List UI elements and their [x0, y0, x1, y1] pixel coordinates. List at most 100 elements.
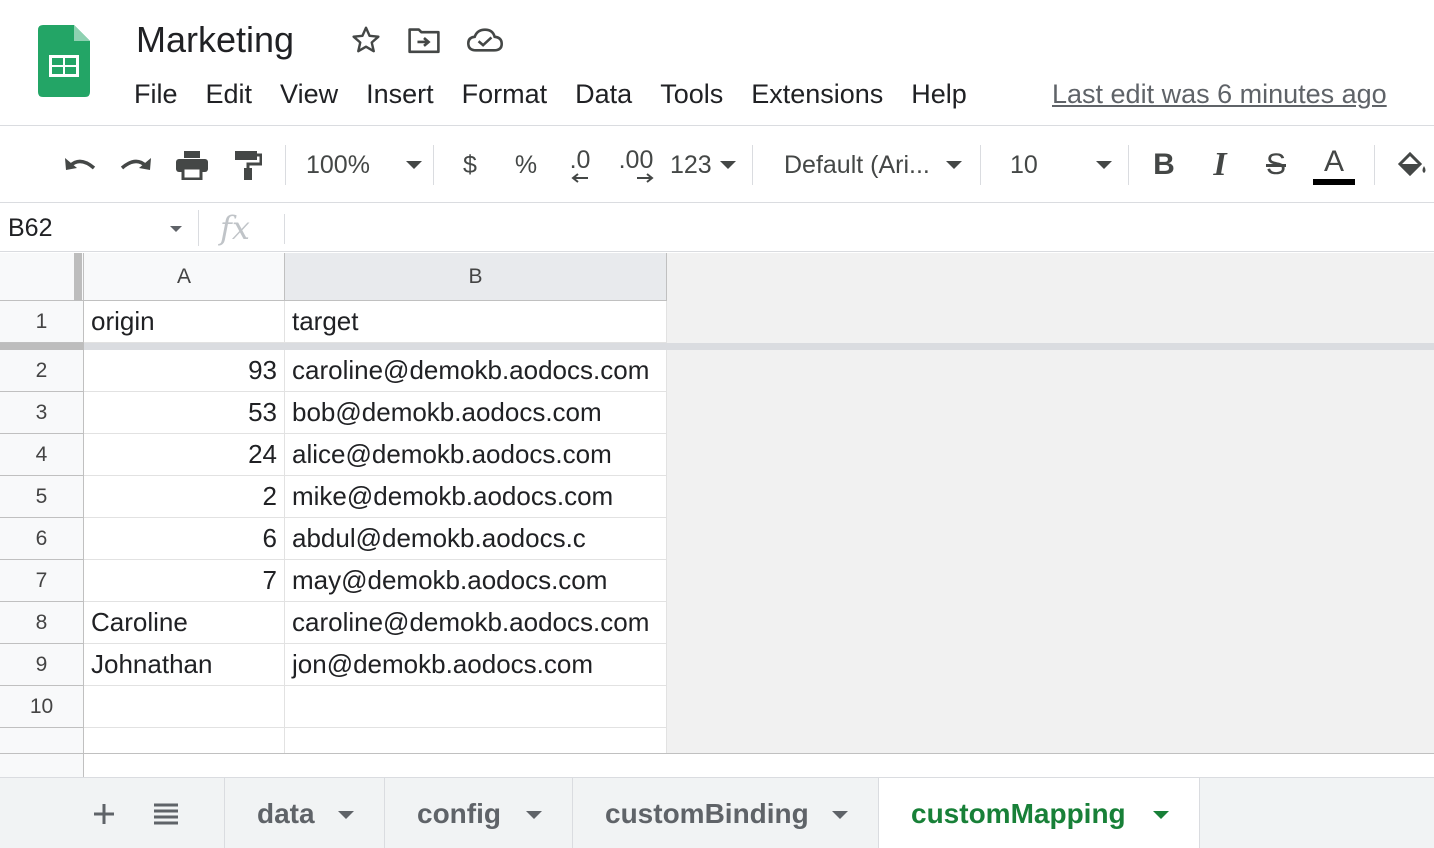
menu-bar: File Edit View Insert Format Data Tools …	[120, 74, 981, 114]
cell-a1[interactable]: origin	[84, 301, 285, 343]
chevron-down-icon[interactable]	[170, 226, 182, 232]
paint-format-icon[interactable]	[224, 141, 272, 189]
print-icon[interactable]	[168, 141, 216, 189]
menu-view[interactable]: View	[266, 74, 352, 114]
sheet-tab-config[interactable]: config	[385, 778, 573, 848]
cell-b3[interactable]: bob@demokb.aodocs.com	[285, 392, 667, 434]
cell-a4[interactable]: 24	[84, 434, 285, 476]
sheet-tab-label: customBinding	[605, 797, 809, 829]
chevron-down-icon[interactable]	[338, 811, 354, 819]
more-formats-label: 123	[670, 150, 712, 179]
bold-button[interactable]: B	[1144, 141, 1184, 189]
cell-a3[interactable]: 53	[84, 392, 285, 434]
horizontal-scroll-area[interactable]	[0, 753, 1434, 777]
menu-data[interactable]: Data	[561, 74, 646, 114]
cell-a2[interactable]: 93	[84, 350, 285, 392]
cell-a5[interactable]: 2	[84, 476, 285, 518]
menu-file[interactable]: File	[120, 74, 192, 114]
row-header[interactable]: 8	[0, 602, 84, 644]
chevron-down-icon[interactable]	[526, 811, 542, 819]
menu-tools[interactable]: Tools	[646, 74, 737, 114]
cell-a7[interactable]: 7	[84, 560, 285, 602]
cell-b1[interactable]: target	[285, 301, 667, 343]
fill-color-icon[interactable]	[1392, 141, 1432, 189]
arrow-right-icon	[637, 173, 654, 183]
sheet-tab-label: config	[417, 797, 501, 829]
row-header[interactable]: 5	[0, 476, 84, 518]
cell-a9[interactable]: Johnathan	[84, 644, 285, 686]
row-header[interactable]: 10	[0, 686, 84, 728]
column-header-b[interactable]: B	[285, 253, 667, 301]
italic-button[interactable]: I	[1200, 141, 1240, 189]
increase-decimals-button[interactable]: .00	[612, 141, 660, 189]
freeze-column-handle[interactable]	[74, 253, 82, 301]
cell-b7[interactable]: may@demokb.aodocs.com	[285, 560, 667, 602]
select-all-corner[interactable]	[0, 253, 84, 301]
text-color-button[interactable]: A	[1312, 141, 1356, 189]
cell-b6[interactable]: abdul@demokb.aodocs.c	[285, 518, 667, 560]
move-folder-icon[interactable]	[406, 22, 442, 58]
menu-edit[interactable]: Edit	[192, 74, 267, 114]
chevron-down-icon[interactable]	[1153, 811, 1169, 819]
currency-label: $	[463, 150, 477, 179]
font-size-select[interactable]: 10	[1010, 141, 1112, 189]
cell-b9[interactable]: jon@demokb.aodocs.com	[285, 644, 667, 686]
row-header[interactable]: 2	[0, 350, 84, 392]
row-header[interactable]: 4	[0, 434, 84, 476]
cell-b10[interactable]	[285, 686, 667, 728]
column-header-a[interactable]: A	[84, 253, 285, 301]
row-header[interactable]: 1	[0, 301, 84, 343]
arrow-left-icon	[571, 173, 588, 183]
scroll-corner	[0, 754, 84, 777]
sheet-tab-label: customMapping	[911, 797, 1126, 829]
spreadsheet-grid[interactable]: A B 1 origin target 2 93 caroline@demokb…	[0, 253, 1434, 777]
row-header[interactable]: 6	[0, 518, 84, 560]
sheet-tab-data[interactable]: data	[224, 778, 385, 848]
name-box[interactable]: B62	[8, 204, 52, 252]
formula-divider	[284, 214, 285, 244]
toolbar-divider	[433, 145, 434, 185]
freeze-row-handle[interactable]	[0, 343, 84, 350]
menu-insert[interactable]: Insert	[352, 74, 448, 114]
more-formats-button[interactable]: 123	[670, 141, 736, 189]
currency-format-button[interactable]: $	[450, 141, 490, 189]
strikethrough-button[interactable]: S	[1256, 141, 1296, 189]
cell-a10[interactable]	[84, 686, 285, 728]
cell-b4[interactable]: alice@demokb.aodocs.com	[285, 434, 667, 476]
star-icon[interactable]	[348, 22, 384, 58]
document-title[interactable]: Marketing	[136, 18, 294, 62]
sheet-tabs-bar: data config customBinding customMapping	[0, 777, 1434, 848]
row-header[interactable]: 3	[0, 392, 84, 434]
sheets-logo-icon[interactable]	[38, 25, 90, 97]
cell-a8[interactable]: Caroline	[84, 602, 285, 644]
percent-format-button[interactable]: %	[506, 141, 546, 189]
redo-icon[interactable]	[112, 141, 160, 189]
chevron-down-icon	[720, 161, 736, 169]
formula-divider	[198, 210, 199, 246]
cell-b8[interactable]: caroline@demokb.aodocs.com	[285, 602, 667, 644]
decrease-decimals-button[interactable]: .0	[558, 141, 602, 189]
font-family-select[interactable]: Default (Ari...	[784, 141, 962, 189]
cell-a6[interactable]: 6	[84, 518, 285, 560]
cell-b2[interactable]: caroline@demokb.aodocs.com	[285, 350, 667, 392]
all-sheets-icon[interactable]	[144, 792, 188, 836]
menu-format[interactable]: Format	[448, 74, 562, 114]
cell-b5[interactable]: mike@demokb.aodocs.com	[285, 476, 667, 518]
sheet-tab-custombinding[interactable]: customBinding	[573, 778, 879, 848]
row-header[interactable]: 9	[0, 644, 84, 686]
undo-icon[interactable]	[56, 141, 104, 189]
last-edit-link[interactable]: Last edit was 6 minutes ago	[1052, 74, 1387, 114]
increase-decimals-label: .00	[618, 146, 654, 174]
fx-icon: fx	[220, 209, 250, 247]
text-color-swatch	[1313, 179, 1355, 185]
cloud-status-icon[interactable]	[467, 22, 503, 58]
add-sheet-icon[interactable]	[82, 792, 126, 836]
bold-label: B	[1153, 148, 1175, 181]
zoom-select[interactable]: 100%	[306, 141, 422, 189]
menu-help[interactable]: Help	[897, 74, 981, 114]
freeze-row-divider[interactable]	[0, 343, 1434, 350]
row-header[interactable]: 7	[0, 560, 84, 602]
sheet-tab-custommapping[interactable]: customMapping	[879, 778, 1200, 848]
chevron-down-icon[interactable]	[832, 811, 848, 819]
menu-extensions[interactable]: Extensions	[737, 74, 897, 114]
